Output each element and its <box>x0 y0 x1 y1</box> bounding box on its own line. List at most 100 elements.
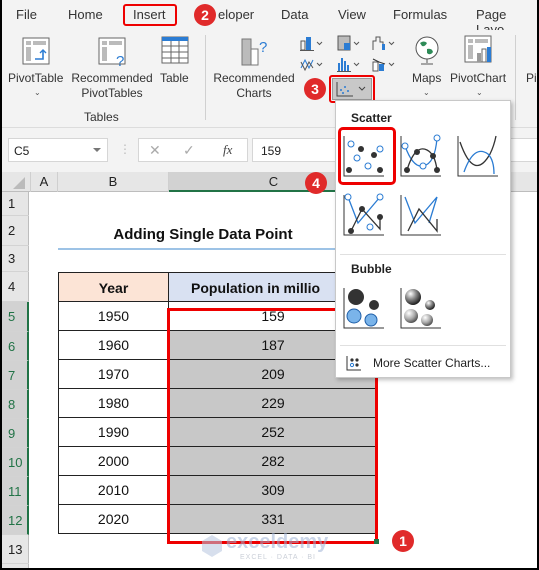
hierarchy-chart-icon[interactable] <box>337 35 363 51</box>
row-header-13[interactable]: 13 <box>2 535 29 564</box>
year-cell[interactable]: 1960 <box>58 331 169 360</box>
waterfall-chart-icon[interactable] <box>372 35 398 51</box>
menu-divider <box>340 345 506 346</box>
year-cell[interactable]: 2010 <box>58 476 169 505</box>
chevron-down-icon: ⌄ <box>423 88 430 97</box>
row-header-5[interactable]: 5 <box>2 302 29 332</box>
column-chart-icon[interactable] <box>300 35 326 51</box>
row-header-12[interactable]: 12 <box>2 506 29 535</box>
row-header-10[interactable]: 10 <box>2 448 29 477</box>
table-icon <box>161 36 189 64</box>
statistic-chart-icon[interactable] <box>337 56 363 72</box>
scatter-heading: Scatter <box>351 111 392 125</box>
title-underline <box>58 248 348 250</box>
ribbon-separator <box>515 35 516 120</box>
maps-label: Maps <box>412 71 442 85</box>
pivot-partial-label: Pi <box>526 71 537 85</box>
year-cell[interactable]: 1980 <box>58 389 169 418</box>
cancel-icon[interactable]: ✕ <box>149 142 161 159</box>
tab-home[interactable]: Home <box>68 7 103 22</box>
watermark-logo-icon <box>202 535 222 557</box>
recommended-pivottables-label-2: PivotTables <box>81 86 143 100</box>
watermark-tag: EXCEL · DATA · BI <box>240 554 316 561</box>
more-scatter-label: More Scatter Charts... <box>373 356 491 370</box>
svg-text:?: ? <box>259 39 267 56</box>
row-header-3[interactable]: 3 <box>2 246 29 272</box>
row-header-7[interactable]: 7 <box>2 361 29 390</box>
chevron-down-icon <box>93 148 101 152</box>
year-cell[interactable]: 1950 <box>58 302 169 331</box>
recommended-pivottables-label-1: Recommended <box>71 71 153 85</box>
row-header-11[interactable]: 11 <box>2 477 29 506</box>
bubble-option[interactable] <box>342 286 386 330</box>
more-scatter-charts-link[interactable]: More Scatter Charts... <box>346 353 506 373</box>
scatter-option-highlight <box>338 127 396 185</box>
tab-view[interactable]: View <box>338 7 366 22</box>
fill-handle[interactable] <box>374 539 379 544</box>
formula-buttons: ✕ ✓ fx <box>138 138 248 162</box>
step-badge-3: 3 <box>304 78 326 100</box>
insert-highlight-box <box>123 4 177 26</box>
scatter-smooth-lines-markers-option[interactable] <box>399 134 443 178</box>
row-header-1[interactable]: 1 <box>2 192 29 216</box>
more-scatter-icon <box>346 356 361 371</box>
row-header-9[interactable]: 9 <box>2 419 29 448</box>
chevron-down-icon: ⌄ <box>34 88 41 97</box>
header-year[interactable]: Year <box>58 272 169 302</box>
tab-data[interactable]: Data <box>281 7 308 22</box>
sheet-title: Adding Single Data Point <box>113 226 293 243</box>
step-badge-1: 1 <box>392 530 414 552</box>
menu-divider <box>340 254 506 255</box>
formula-value: 159 <box>261 144 282 158</box>
row-header-4[interactable]: 4 <box>2 272 29 302</box>
line-chart-icon[interactable] <box>300 56 326 72</box>
column-header-b[interactable]: B <box>58 172 169 192</box>
watermark: exceldemy EXCEL · DATA · BI <box>200 531 342 562</box>
table-label: Table <box>160 71 189 85</box>
combo-chart-icon[interactable] <box>372 56 398 72</box>
year-cell[interactable]: 1970 <box>58 360 169 389</box>
pivotchart-icon <box>464 35 492 63</box>
scatter-button-highlight <box>329 75 375 103</box>
svg-text:?: ? <box>116 53 124 67</box>
ribbon-separator <box>205 35 206 120</box>
recommended-charts-icon: ? <box>241 38 267 66</box>
step-badge-2: 2 <box>194 4 216 26</box>
scatter-dropdown-menu: Scatter Bubble More Scatter Charts... <box>335 100 511 378</box>
select-all-icon[interactable] <box>12 176 26 190</box>
tab-file[interactable]: File <box>16 7 37 22</box>
year-cell[interactable]: 2000 <box>58 447 169 476</box>
tab-developer[interactable]: eloper <box>218 7 254 22</box>
pivottable-label: PivotTable <box>8 71 64 85</box>
ribbon-tabs: File Home Insert 2 eloper Data View Form… <box>2 0 537 37</box>
scatter-straight-lines-option[interactable] <box>399 193 443 237</box>
year-cell[interactable]: 2020 <box>58 505 169 534</box>
recommended-charts-label-2: Charts <box>236 86 272 100</box>
globe-icon <box>415 36 439 65</box>
row-header-8[interactable]: 8 <box>2 390 29 419</box>
row-header-6[interactable]: 6 <box>2 332 29 361</box>
excel-window: File Home Insert 2 eloper Data View Form… <box>2 0 537 568</box>
row-header-2[interactable]: 2 <box>2 216 29 246</box>
watermark-name: exceldemy <box>226 531 329 553</box>
pivottable-icon <box>22 37 50 65</box>
year-cell[interactable]: 1990 <box>58 418 169 447</box>
chevron-down-icon: ⌄ <box>476 88 483 97</box>
name-box[interactable]: C5 <box>8 138 108 162</box>
recommended-charts-label-1: Recommended <box>213 71 295 85</box>
more-options-icon: ⋮ <box>119 142 131 156</box>
row-headers: 1 2 3 4 5 6 7 8 9 10 11 12 13 <box>2 192 29 568</box>
tab-formulas[interactable]: Formulas <box>393 7 447 22</box>
tables-group-label: Tables <box>84 110 119 124</box>
column-header-a[interactable]: A <box>30 172 58 192</box>
scatter-straight-lines-markers-option[interactable] <box>342 193 386 237</box>
step-badge-4: 4 <box>305 172 327 194</box>
enter-check-icon[interactable]: ✓ <box>183 142 195 159</box>
insert-function-icon[interactable]: fx <box>223 142 232 158</box>
pivotchart-label: PivotChart <box>450 71 507 85</box>
bubble-heading: Bubble <box>351 262 392 276</box>
name-box-value: C5 <box>14 144 30 158</box>
scatter-smooth-lines-option[interactable] <box>456 134 500 178</box>
recommended-pivottables-icon: ? <box>98 37 126 67</box>
bubble-3d-option[interactable] <box>399 286 443 330</box>
